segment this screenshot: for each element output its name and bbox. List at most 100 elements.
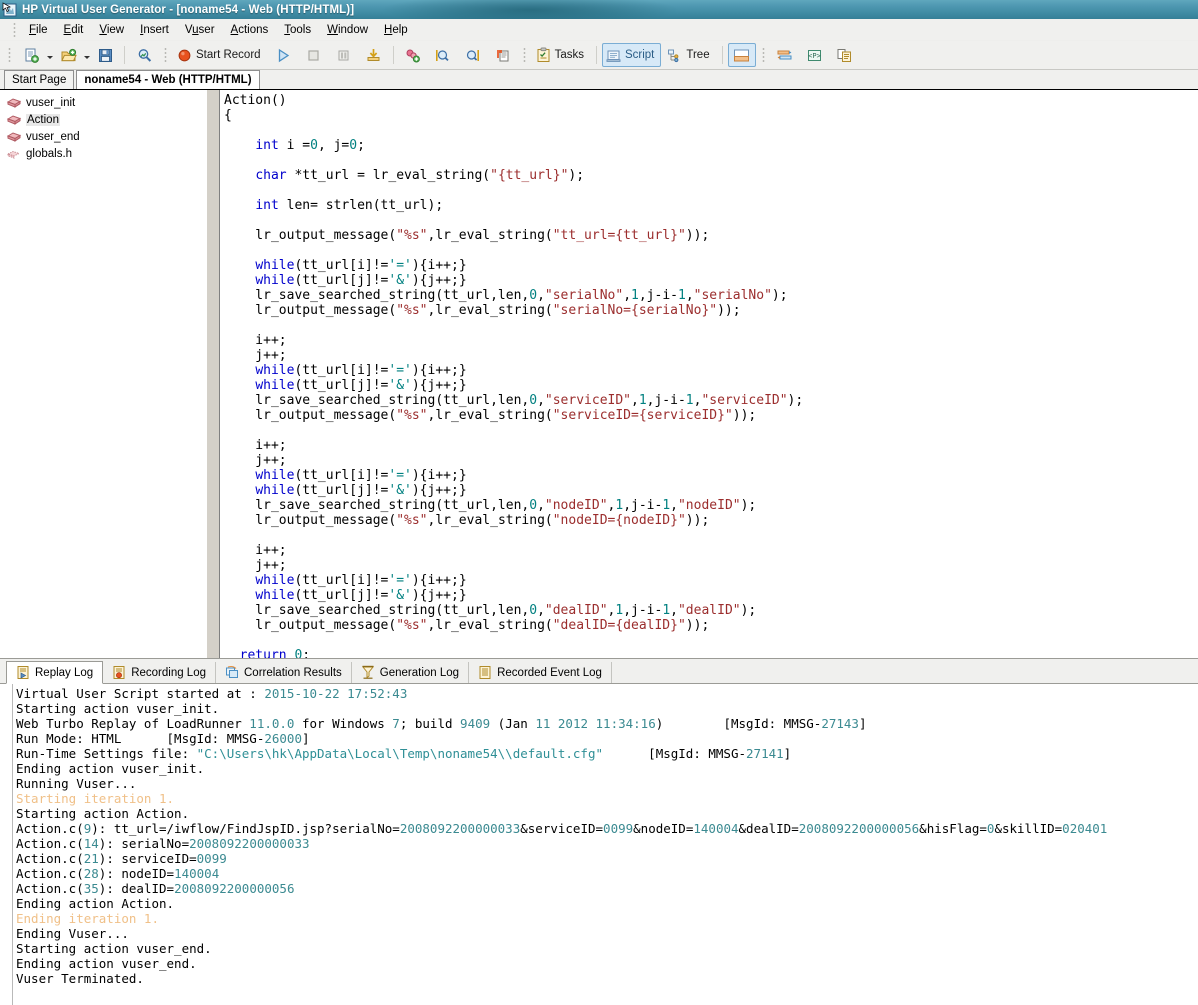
code-token: '&'	[388, 378, 412, 393]
menu-help[interactable]: Help	[376, 22, 416, 38]
runtime-settings-button[interactable]	[771, 43, 799, 67]
menu-view[interactable]: View	[91, 22, 132, 38]
code-token: ,j-i-	[623, 498, 663, 513]
menu-window[interactable]: Window	[319, 22, 376, 38]
tree-node-globals-h[interactable]: globals.h	[2, 145, 206, 162]
code-token: (tt_url[j]!=	[294, 588, 389, 603]
toolbar-grip-2[interactable]	[162, 46, 169, 64]
code-token: );	[568, 168, 585, 183]
code-token: while	[255, 258, 295, 273]
replay-log-output[interactable]: Virtual User Script started at : 2015-10…	[0, 683, 1198, 1005]
code-line: j++;	[224, 558, 1198, 573]
new-script-dropdown[interactable]	[46, 44, 53, 66]
code-line: i++;	[224, 543, 1198, 558]
menu-tools[interactable]: Tools	[276, 22, 319, 38]
log-token: Ending action Action.	[16, 896, 175, 911]
code-token: lr_output_message(	[224, 408, 397, 423]
toolbar-separator-4	[721, 46, 723, 64]
code-token: ,	[670, 498, 678, 513]
menu-actions[interactable]: Actions	[223, 22, 277, 38]
code-token: "serviceID"	[544, 393, 631, 408]
run-button[interactable]	[270, 43, 298, 67]
code-token: *tt_url = lr_eval_string(	[286, 168, 491, 183]
code-token: "dealID"	[677, 603, 741, 618]
code-line: int i =0, j=0;	[224, 138, 1198, 153]
save-button[interactable]	[91, 43, 119, 67]
code-token: (tt_url[i]!=	[294, 468, 389, 483]
code-token: );	[740, 603, 757, 618]
correlate-button[interactable]	[399, 43, 427, 67]
vertical-splitter[interactable]	[206, 90, 220, 658]
script-code-editor[interactable]: Action(){ int i =0, j=0; char *tt_url = …	[220, 90, 1198, 658]
tree-node-action[interactable]: Action	[2, 111, 206, 128]
log-token: &nodeID=	[633, 821, 694, 836]
code-token: ){j++;}	[411, 273, 467, 288]
tasks-button[interactable]: Tasks	[532, 43, 591, 67]
window-titlebar: HP Virtual User Generator - [noname54 - …	[0, 0, 1198, 19]
code-token: 0	[529, 603, 538, 618]
code-token: j++;	[224, 453, 287, 468]
log-line: Vuser Terminated.	[4, 971, 1198, 986]
stop-button[interactable]	[300, 43, 328, 67]
log-tab-recording-log[interactable]: Recording Log	[103, 662, 216, 683]
log-tab-generation-log[interactable]: Generation Log	[351, 662, 470, 683]
log-token: Vuser Terminated.	[16, 971, 144, 986]
toolbar-grip-1[interactable]	[6, 46, 13, 64]
log-line: Starting action vuser_end.	[4, 941, 1198, 956]
log-token: 140004	[693, 821, 739, 836]
menubar-grip[interactable]	[11, 20, 18, 39]
toolbar-grip-4[interactable]	[759, 46, 767, 64]
code-token: , j=	[317, 138, 350, 153]
code-token: '&'	[388, 588, 412, 603]
tree-node-label: globals.h	[26, 147, 73, 160]
tree-node-vuser-end[interactable]: vuser_end	[2, 128, 206, 145]
log-token: Ending action vuser_init.	[16, 761, 205, 776]
parameter-button[interactable]: <P>	[801, 43, 829, 67]
tree-view-button[interactable]: Tree	[663, 43, 716, 67]
log-tab-recorded-event-log[interactable]: Recorded Event Log	[469, 662, 612, 683]
log-tab-replay-log[interactable]: Replay Log	[6, 661, 104, 684]
code-token: i++;	[224, 333, 287, 348]
open-script-dropdown[interactable]	[83, 44, 90, 66]
new-script-button[interactable]	[17, 43, 45, 67]
menu-file[interactable]: File	[21, 22, 56, 38]
scan-right-button[interactable]	[459, 43, 487, 67]
log-token: &hisFlag=	[919, 821, 987, 836]
log-token: &serviceID=	[520, 821, 604, 836]
code-token: while	[255, 573, 295, 588]
pause-button[interactable]	[330, 43, 358, 67]
doc-tab-start-page[interactable]: Start Page	[4, 70, 75, 89]
tree-node-vuser-init[interactable]: vuser_init	[2, 94, 206, 111]
snapshot-button[interactable]	[489, 43, 517, 67]
code-token: '&'	[388, 483, 412, 498]
log-token: Starting action vuser_init.	[16, 701, 220, 716]
script-view-button[interactable]: Script	[601, 43, 662, 67]
log-token: 2008092200000056	[174, 881, 295, 896]
code-line: Action()	[224, 93, 1198, 108]
code-token: 1	[615, 498, 624, 513]
menu-insert[interactable]: Insert	[132, 22, 177, 38]
toolbar-grip-3[interactable]	[520, 46, 528, 64]
code-line: {	[224, 108, 1198, 123]
code-line: i++;	[224, 333, 1198, 348]
menu-vuser[interactable]: Vuser	[177, 22, 223, 38]
code-token: ,	[537, 393, 545, 408]
compare-button[interactable]	[831, 43, 859, 67]
download-button[interactable]	[360, 43, 388, 67]
start-record-button[interactable]: Start Record	[173, 43, 268, 67]
output-pane-toggle[interactable]	[727, 43, 756, 67]
code-token: ,j-i-	[623, 603, 663, 618]
doc-tab-noname54[interactable]: noname54 - Web (HTTP/HTML)	[76, 70, 260, 89]
toolbar-separator-2	[392, 46, 394, 64]
menu-edit[interactable]: Edit	[56, 22, 92, 38]
scan-left-button[interactable]	[429, 43, 457, 67]
log-line: Run Mode: HTML [MsgId: MMSG-26000]	[4, 731, 1198, 746]
log-tab-correlation-results[interactable]: Correlation Results	[216, 662, 352, 683]
code-line: while(tt_url[i]!='='){i++;}	[224, 258, 1198, 273]
code-token: while	[255, 378, 295, 393]
find-icon-button[interactable]	[130, 43, 158, 67]
code-line: while(tt_url[i]!='='){i++;}	[224, 573, 1198, 588]
open-script-button[interactable]	[54, 43, 82, 67]
